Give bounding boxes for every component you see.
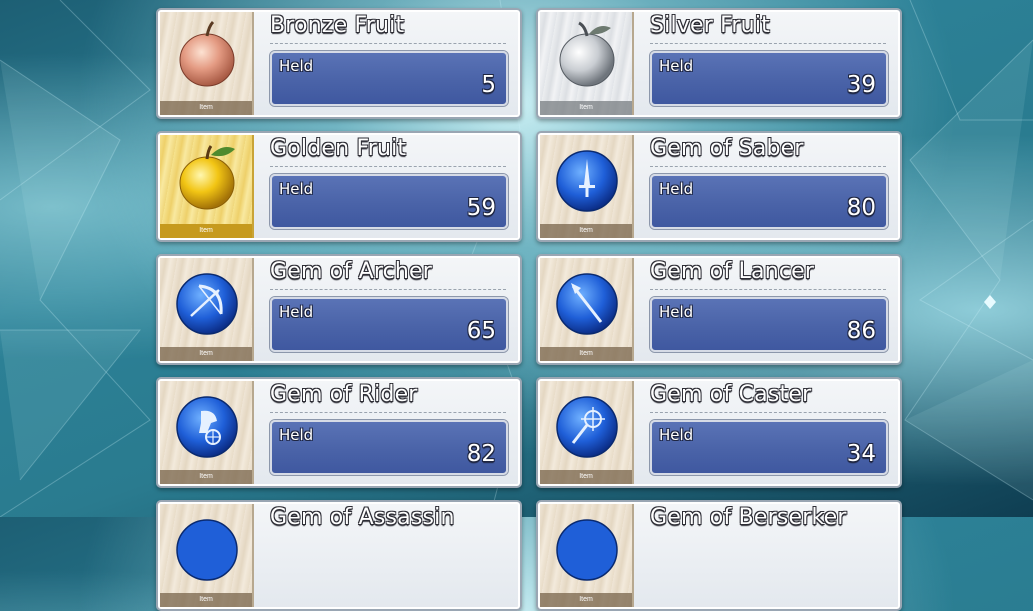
held-box: Held 86 [650,297,888,352]
item-type-tag: Item [540,101,632,115]
item-type-tag: Item [160,347,252,361]
item-type-tag: Item [160,101,252,115]
divider [270,43,506,44]
item-thumbnail: Item [540,504,634,607]
held-label: Held [659,303,694,321]
rider-gem-icon [176,396,238,458]
divider [270,166,506,167]
item-thumbnail: Item [540,381,634,484]
item-thumbnail: Item [540,258,634,361]
held-count: 80 [846,195,876,221]
held-box: Held 59 [270,174,508,229]
item-card-bronze-fruit[interactable]: Item Bronze Fruit Held 5 [156,8,522,119]
held-count: 34 [846,441,876,467]
item-thumbnail: Item [160,258,254,361]
held-box: Held 65 [270,297,508,352]
item-card-gem-of-caster[interactable]: Item Gem of Caster Held 34 [536,377,902,488]
held-box: Held 82 [270,420,508,475]
held-label: Held [659,57,694,75]
item-name: Gem of Caster [650,382,812,407]
item-type-tag: Item [540,347,632,361]
held-label: Held [659,180,694,198]
golden-apple-icon [179,145,235,210]
held-label: Held [279,57,314,75]
item-thumbnail: Item [160,504,254,607]
held-count: 82 [466,441,496,467]
item-card-gem-of-archer[interactable]: Item Gem of Archer Held 65 [156,254,522,365]
divider [650,43,886,44]
item-thumbnail: Item [160,381,254,484]
saber-gem-icon [556,150,618,212]
held-count: 39 [846,72,876,98]
item-type-tag: Item [540,470,632,484]
item-thumbnail: Item [160,12,254,115]
held-label: Held [279,426,314,444]
item-type-tag: Item [160,224,252,238]
item-type-tag: Item [160,470,252,484]
item-name: Silver Fruit [650,13,770,38]
held-count: 5 [481,72,496,98]
item-name: Gem of Rider [270,382,418,407]
held-count: 65 [466,318,496,344]
item-name: Gem of Berserker [650,505,847,530]
archer-gem-icon [176,273,238,335]
item-thumbnail: Item [540,135,634,238]
divider [270,289,506,290]
item-name: Gem of Lancer [650,259,815,284]
divider [270,412,506,413]
lancer-gem-icon [556,273,618,335]
item-type-tag: Item [160,593,252,607]
divider [650,166,886,167]
held-label: Held [659,426,694,444]
assassin-gem-icon [176,519,238,581]
item-name: Gem of Archer [270,259,433,284]
held-label: Held [279,180,314,198]
bronze-apple-icon [179,20,235,87]
held-box: Held 80 [650,174,888,229]
item-type-tag: Item [540,224,632,238]
item-card-gem-of-rider[interactable]: Item Gem of Rider Held 82 [156,377,522,488]
berserker-gem-icon [556,519,618,581]
held-label: Held [279,303,314,321]
held-box: Held 5 [270,51,508,106]
held-box: Held 39 [650,51,888,106]
item-card-golden-fruit[interactable]: Item Golden Fruit Held 59 [156,131,522,242]
item-card-gem-of-lancer[interactable]: Item Gem of Lancer Held 86 [536,254,902,365]
held-count: 86 [846,318,876,344]
divider [650,289,886,290]
item-card-silver-fruit[interactable]: Item Silver Fruit Held 39 [536,8,902,119]
item-name: Gem of Saber [650,136,804,161]
item-type-tag: Item [540,593,632,607]
silver-apple-icon [559,21,615,87]
item-thumbnail: Item [540,12,634,115]
held-count: 59 [466,195,496,221]
held-box: Held 34 [650,420,888,475]
caster-gem-icon [556,396,618,458]
item-name: Golden Fruit [270,136,407,161]
item-name: Gem of Assassin [270,505,455,530]
item-card-gem-of-saber[interactable]: Item Gem of Saber Held 80 [536,131,902,242]
item-name: Bronze Fruit [270,13,405,38]
divider [650,412,886,413]
item-thumbnail: Item [160,135,254,238]
